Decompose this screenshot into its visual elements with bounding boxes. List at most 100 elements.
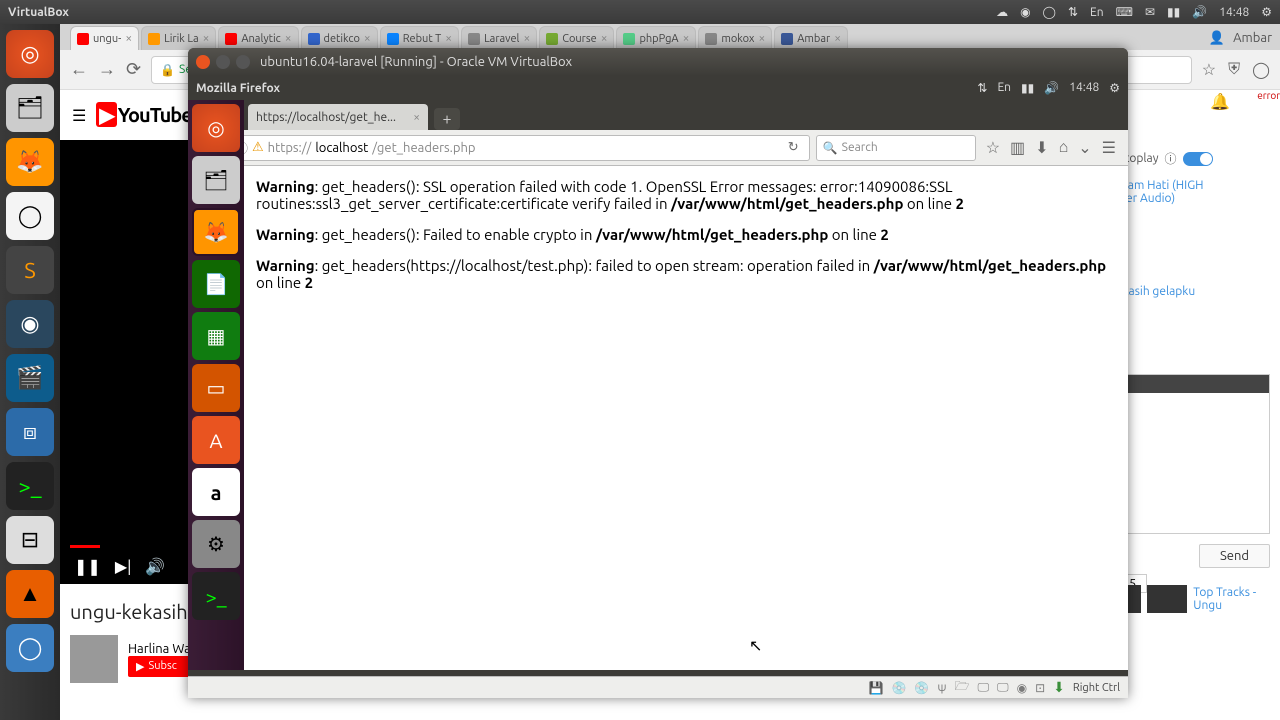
optical2-icon[interactable]: 💿 xyxy=(914,681,929,695)
host-steam-icon[interactable]: ◉ xyxy=(6,300,54,348)
battery-icon[interactable]: ▮▮ xyxy=(1167,5,1180,19)
host-chromium-icon[interactable]: ◯ xyxy=(6,624,54,672)
mail-icon[interactable]: ✉ xyxy=(1145,5,1155,19)
download-icon[interactable]: ⬇ xyxy=(1035,138,1048,157)
host-clock[interactable]: 14:48 xyxy=(1219,6,1249,19)
close-icon[interactable]: × xyxy=(683,32,690,45)
chrome-tab[interactable]: mokox× xyxy=(698,26,772,50)
display-icon[interactable]: 🖵 xyxy=(977,681,989,695)
bell-icon[interactable]: 🔔 xyxy=(1210,92,1230,111)
bookmark-icon[interactable]: ☆ xyxy=(986,138,1000,157)
updown-icon[interactable]: ⇅ xyxy=(1068,5,1078,19)
display2-icon[interactable]: 🖵 xyxy=(997,681,1009,695)
guest-terminal-icon[interactable]: >_ xyxy=(192,572,240,620)
youtube-logo[interactable]: ▶YouTube xyxy=(96,103,191,127)
close-icon[interactable]: × xyxy=(523,32,530,45)
chrome-tab[interactable]: Analytic× xyxy=(218,26,298,50)
chrome-indicator-icon[interactable]: ◯ xyxy=(1043,5,1056,19)
close-icon[interactable]: × xyxy=(445,32,452,45)
next-icon[interactable]: ▶| xyxy=(115,557,132,576)
volume-icon[interactable]: 🔊 xyxy=(145,557,165,576)
updown-icon[interactable]: ⇅ xyxy=(977,81,987,95)
user-icon[interactable]: 👤 xyxy=(1209,31,1225,46)
host-terminal-icon[interactable]: >_ xyxy=(6,462,54,510)
firefox-tab[interactable]: https://localhost/get_he... × xyxy=(248,104,428,130)
pause-icon[interactable]: ❚❚ xyxy=(74,557,101,576)
send-button[interactable]: Send xyxy=(1199,544,1270,568)
menu-icon[interactable]: ☰ xyxy=(72,106,86,125)
host-chrome-icon[interactable]: ◯ xyxy=(6,192,54,240)
guest-calc-icon[interactable]: ▦ xyxy=(192,312,240,360)
host-vlc-icon[interactable]: ▲ xyxy=(6,570,54,618)
new-tab-button[interactable]: + xyxy=(434,108,460,130)
close-icon[interactable]: × xyxy=(413,111,420,124)
circle-icon[interactable]: ◯ xyxy=(1252,60,1270,79)
host-dash-icon[interactable]: ◎ xyxy=(6,30,54,78)
battery-icon[interactable]: ▮▮ xyxy=(1021,81,1034,95)
guest-files-icon[interactable]: 🗂 xyxy=(192,156,240,204)
window-min-icon[interactable] xyxy=(216,55,230,69)
chrome-tab[interactable]: phpPgA× xyxy=(616,26,696,50)
ambar-label[interactable]: Ambar xyxy=(1233,31,1272,46)
window-close-icon[interactable] xyxy=(196,55,210,69)
volume-icon[interactable]: 🔊 xyxy=(1192,5,1207,19)
chrome-tab[interactable]: detikco× xyxy=(301,26,378,50)
gear-icon[interactable]: ⚙ xyxy=(1261,5,1272,19)
disk-icon[interactable]: 💾 xyxy=(869,681,884,695)
cloud-icon[interactable]: ☁ xyxy=(996,5,1008,19)
chrome-tab[interactable]: Laravel× xyxy=(461,26,537,50)
optical-icon[interactable]: 💿 xyxy=(891,681,906,695)
subscribe-button[interactable]: ▶Subsc xyxy=(128,656,191,677)
reload-icon[interactable]: ↻ xyxy=(784,140,803,155)
warning-icon[interactable]: ⚠ xyxy=(252,140,264,155)
channel-name[interactable]: Harlina Wa xyxy=(128,642,191,656)
url-bar[interactable]: ⓘ ⚠ https://localhost/get_headers.php ↻ xyxy=(228,135,810,161)
search-box[interactable]: 🔍 Search xyxy=(816,135,976,161)
suggested-video[interactable]: Dalam Hati (HIGHetter Audio) xyxy=(1110,179,1270,205)
guest-dash-icon[interactable]: ◎ xyxy=(192,104,240,152)
chrome-tab[interactable]: ungu-× xyxy=(70,26,139,50)
guest-software-icon[interactable]: A xyxy=(192,416,240,464)
chrome-tab[interactable]: Ambar× xyxy=(774,26,848,50)
host-sublime-icon[interactable]: S xyxy=(6,246,54,294)
close-icon[interactable]: × xyxy=(834,32,841,45)
guest-writer-icon[interactable]: 📄 xyxy=(192,260,240,308)
back-icon[interactable]: ← xyxy=(70,59,88,80)
keyboard-icon[interactable]: ⌨ xyxy=(1116,5,1133,19)
close-icon[interactable]: × xyxy=(285,32,292,45)
close-icon[interactable]: × xyxy=(601,32,608,45)
comment-box[interactable] xyxy=(1110,374,1270,534)
home-icon[interactable]: ⌂ xyxy=(1059,138,1069,157)
pocket-icon[interactable]: ⌄ xyxy=(1078,138,1091,157)
star-icon[interactable]: ☆ xyxy=(1202,60,1216,79)
vm-titlebar[interactable]: ubuntu16.04-laravel [Running] - Oracle V… xyxy=(188,48,1128,76)
lang-indicator[interactable]: En xyxy=(997,81,1011,95)
guest-settings-icon[interactable]: ⚙ xyxy=(192,520,240,568)
library-icon[interactable]: ▥ xyxy=(1010,138,1025,157)
close-icon[interactable]: × xyxy=(203,32,210,45)
steam-icon[interactable]: ◉ xyxy=(1020,5,1030,19)
volume-icon[interactable]: 🔊 xyxy=(1044,81,1059,95)
guest-impress-icon[interactable]: ▭ xyxy=(192,364,240,412)
reload-icon[interactable]: ⟳ xyxy=(126,59,141,80)
host-disk-icon[interactable]: ⊟ xyxy=(6,516,54,564)
guest-clock[interactable]: 14:48 xyxy=(1069,81,1099,95)
window-max-icon[interactable] xyxy=(236,55,250,69)
host-files-icon[interactable]: 🗂 xyxy=(6,84,54,132)
info-icon[interactable]: ⓘ xyxy=(1165,150,1177,167)
close-icon[interactable]: × xyxy=(125,32,132,45)
chrome-tab[interactable]: Rebut T× xyxy=(380,26,459,50)
close-icon[interactable]: × xyxy=(364,32,371,45)
gear-icon[interactable]: ⚙ xyxy=(1109,81,1120,95)
record-icon[interactable]: ◉ xyxy=(1017,681,1027,695)
chrome-tab[interactable]: Lirik La× xyxy=(141,26,216,50)
capture-icon[interactable]: ⊡ xyxy=(1035,681,1045,695)
host-video-icon[interactable]: 🎬 xyxy=(6,354,54,402)
avatar[interactable] xyxy=(70,635,118,683)
shield-icon[interactable]: ⛨ xyxy=(1228,60,1240,79)
close-icon[interactable]: × xyxy=(759,32,766,45)
autoplay-toggle[interactable] xyxy=(1183,152,1213,166)
suggested-video[interactable]: kekasih gelapku xyxy=(1110,285,1270,298)
guest-amazon-icon[interactable]: a xyxy=(192,468,240,516)
guest-firefox-icon[interactable]: 🦊 xyxy=(192,208,240,256)
